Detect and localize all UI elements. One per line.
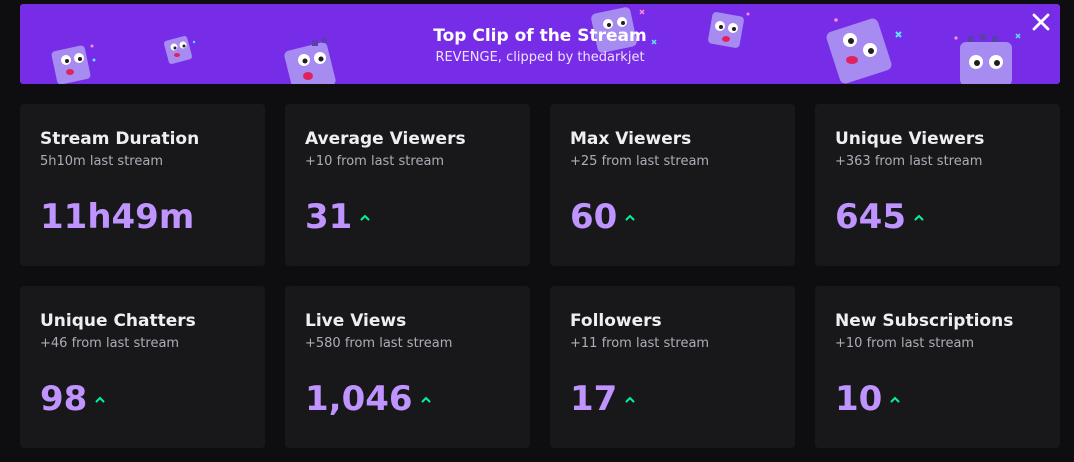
stat-value-wrap: 10 — [835, 379, 900, 419]
stat-value-wrap: 1,046 — [305, 379, 431, 419]
trend-up-icon — [914, 214, 924, 221]
banner-title: Top Clip of the Stream — [433, 26, 647, 46]
stat-card-new-subscriptions: New Subscriptions +10 from last stream 1… — [815, 286, 1060, 448]
trend-up-icon — [625, 396, 635, 403]
trend-up-icon — [890, 396, 900, 403]
stat-value-wrap: 17 — [570, 379, 635, 419]
stat-title: Stream Duration — [40, 129, 200, 149]
stat-comparison: 5h10m last stream — [40, 154, 163, 169]
stat-value: 31 — [305, 197, 353, 237]
stat-value: 1,046 — [305, 379, 413, 419]
top-clip-banner[interactable]: Top Clip of the Stream REVENGE, clipped … — [20, 4, 1060, 84]
stat-title: Max Viewers — [570, 129, 692, 149]
stat-value: 645 — [835, 197, 906, 237]
stat-title: Live Views — [305, 311, 407, 331]
trend-up-icon — [625, 214, 635, 221]
stat-comparison: +10 from last stream — [305, 154, 445, 169]
stat-comparison: +10 from last stream — [835, 336, 975, 351]
stat-title: Unique Chatters — [40, 311, 196, 331]
stat-value-wrap: 31 — [305, 197, 370, 237]
stat-card-average-viewers: Average Viewers +10 from last stream 31 — [285, 104, 530, 266]
stat-comparison: +46 from last stream — [40, 336, 180, 351]
stat-value: 10 — [835, 379, 883, 419]
trend-up-icon — [421, 396, 431, 403]
stat-card-unique-chatters: Unique Chatters +46 from last stream 98 — [20, 286, 265, 448]
stat-comparison: +11 from last stream — [570, 336, 710, 351]
stat-card-unique-viewers: Unique Viewers +363 from last stream 645 — [815, 104, 1060, 266]
stat-card-live-views: Live Views +580 from last stream 1,046 — [285, 286, 530, 448]
trend-up-icon — [95, 396, 105, 403]
stat-value-wrap: 60 — [570, 197, 635, 237]
trend-up-icon — [360, 214, 370, 221]
banner-subtitle[interactable]: REVENGE, clipped by thedarkjet — [20, 49, 1060, 67]
stat-card-max-viewers: Max Viewers +25 from last stream 60 — [550, 104, 795, 266]
stat-comparison: +25 from last stream — [570, 154, 710, 169]
stat-value-wrap: 645 — [835, 197, 924, 237]
stat-value: 98 — [40, 379, 88, 419]
stat-card-stream-duration: Stream Duration 5h10m last stream 11h49m — [20, 104, 265, 266]
stat-card-followers: Followers +11 from last stream 17 — [550, 286, 795, 448]
stat-comparison: +363 from last stream — [835, 154, 983, 169]
stat-value: 11h49m — [40, 197, 195, 237]
stat-value: 60 — [570, 197, 618, 237]
stat-comparison: +580 from last stream — [305, 336, 453, 351]
stat-value-wrap: 11h49m — [40, 197, 194, 237]
stat-title: Followers — [570, 311, 662, 331]
stat-title: New Subscriptions — [835, 311, 1014, 331]
close-icon[interactable] — [1030, 11, 1052, 33]
stat-value-wrap: 98 — [40, 379, 105, 419]
stat-value: 17 — [570, 379, 618, 419]
stat-title: Average Viewers — [305, 129, 466, 149]
stat-title: Unique Viewers — [835, 129, 985, 149]
